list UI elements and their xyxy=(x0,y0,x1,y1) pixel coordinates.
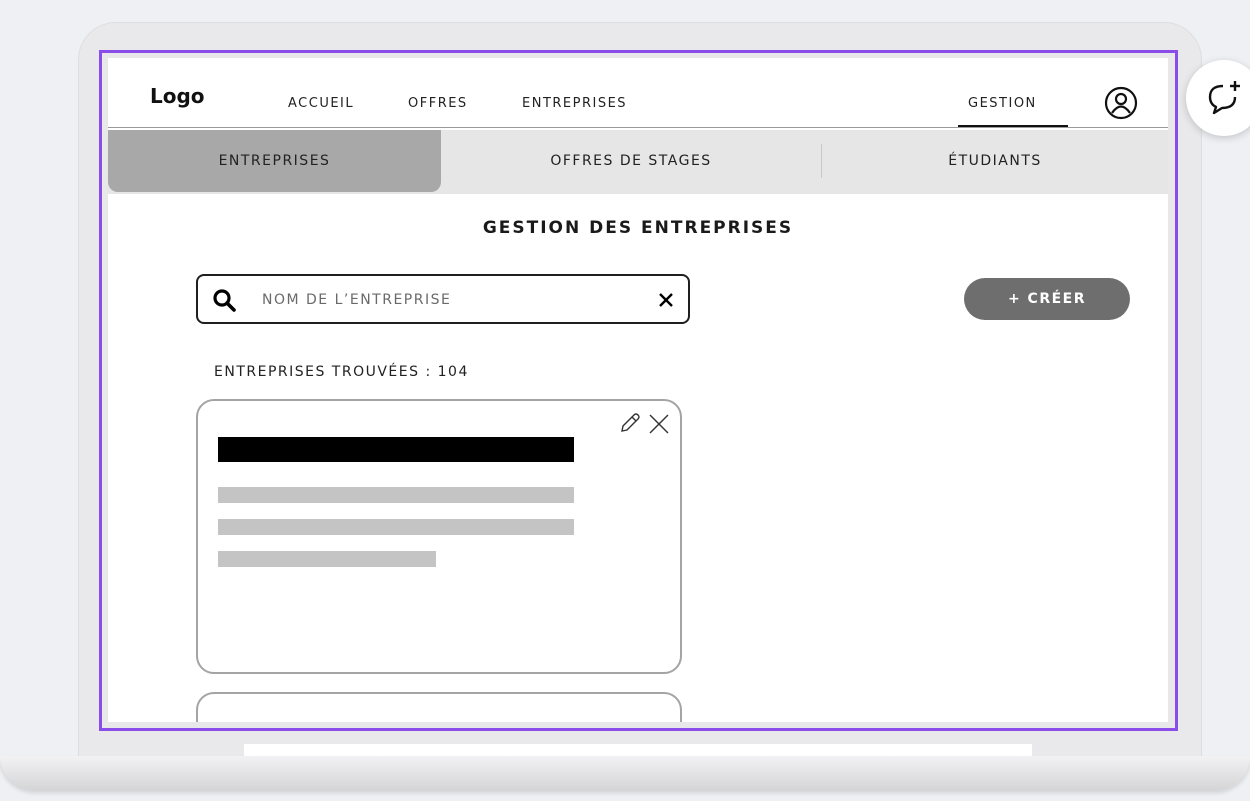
pencil-icon[interactable] xyxy=(618,411,640,435)
create-button[interactable]: + CRÉER xyxy=(964,278,1130,320)
nav-divider xyxy=(108,127,1168,128)
tab-offres-de-stages[interactable]: OFFRES DE STAGES xyxy=(441,130,821,192)
nav-link-accueil[interactable]: ACCUEIL xyxy=(288,96,354,111)
search-input[interactable] xyxy=(262,288,642,312)
nav-link-entreprises[interactable]: ENTREPRISES xyxy=(522,96,627,111)
close-icon[interactable] xyxy=(648,413,670,435)
app-screen: Logo ACCUEIL OFFRES ENTREPRISES GESTION … xyxy=(108,58,1168,722)
card-title-placeholder xyxy=(218,437,574,462)
close-icon[interactable] xyxy=(656,290,676,310)
chat-add-icon xyxy=(1208,81,1240,115)
search-icon xyxy=(213,289,236,312)
search-bar xyxy=(196,274,690,324)
company-card[interactable] xyxy=(196,399,682,674)
tab-etudiants[interactable]: ÉTUDIANTS xyxy=(822,130,1168,192)
results-count: ENTREPRISES TROUVÉES : 104 xyxy=(214,364,469,380)
logo[interactable]: Logo xyxy=(150,84,205,108)
company-card[interactable] xyxy=(196,692,682,722)
user-circle-icon[interactable] xyxy=(1104,86,1138,120)
tab-entreprises[interactable]: ENTREPRISES xyxy=(108,130,441,192)
card-text-placeholder xyxy=(218,519,574,535)
card-text-placeholder xyxy=(218,551,436,567)
nav-link-offres[interactable]: OFFRES xyxy=(408,96,468,111)
sub-tab-bar: ENTREPRISES OFFRES DE STAGES ÉTUDIANTS xyxy=(108,130,1168,194)
nav-link-gestion[interactable]: GESTION xyxy=(968,96,1037,111)
card-text-placeholder xyxy=(218,487,574,503)
page-title: GESTION DES ENTREPRISES xyxy=(482,218,794,238)
laptop-base xyxy=(0,756,1250,790)
